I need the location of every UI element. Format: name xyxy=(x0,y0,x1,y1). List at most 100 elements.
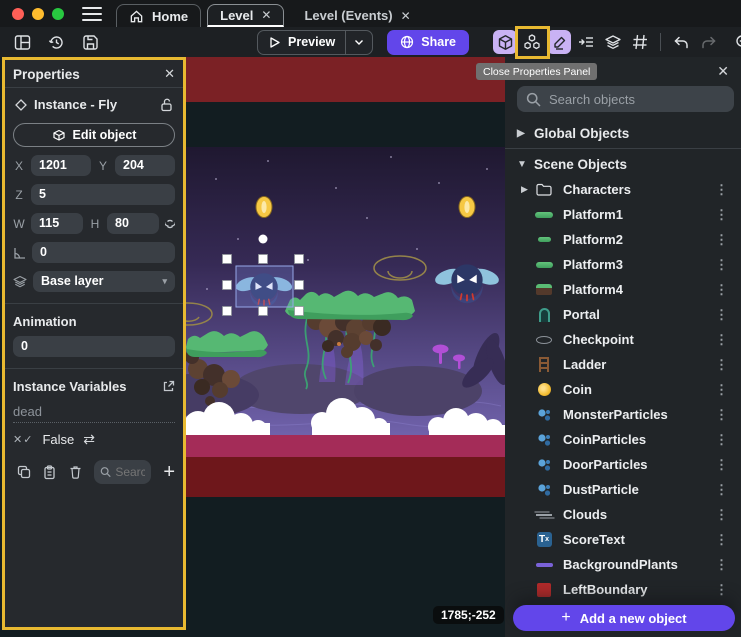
item-menu-icon[interactable]: ⋮ xyxy=(712,232,731,248)
plants-thumbnail xyxy=(533,563,555,567)
object-item-dustparticle[interactable]: DustParticle ⋮ xyxy=(505,477,741,502)
animation-field[interactable]: 0 xyxy=(13,336,175,357)
edit-object-button[interactable]: Edit object xyxy=(13,123,175,147)
instances-list-icon[interactable] xyxy=(574,30,598,54)
width-field[interactable]: 115 xyxy=(31,213,83,234)
item-menu-icon[interactable]: ⋮ xyxy=(712,482,731,498)
object-item-platform3[interactable]: Platform3 ⋮ xyxy=(505,252,741,277)
edit-properties-icon[interactable] xyxy=(547,30,571,54)
minimize-window-button[interactable] xyxy=(32,8,44,20)
zoom-in-icon[interactable] xyxy=(731,30,741,54)
object-item-monsterparticles[interactable]: MonsterParticles ⋮ xyxy=(505,402,741,427)
preview-options-chevron-icon[interactable] xyxy=(345,31,372,54)
unlock-icon[interactable] xyxy=(160,98,173,112)
grid-icon[interactable] xyxy=(628,30,652,54)
objects-panel-icon[interactable] xyxy=(493,30,517,54)
item-menu-icon[interactable]: ⋮ xyxy=(712,557,731,573)
item-menu-icon[interactable]: ⋮ xyxy=(712,432,731,448)
group-scene-objects[interactable]: ▼ Scene Objects xyxy=(505,151,741,177)
close-window-button[interactable] xyxy=(12,8,24,20)
x-field[interactable]: 1201 xyxy=(31,155,91,176)
play-icon xyxy=(268,36,281,49)
object-groups-icon[interactable] xyxy=(520,30,544,54)
h-label: H xyxy=(89,217,101,231)
add-variable-button[interactable]: + xyxy=(163,461,175,484)
object-item-platform1[interactable]: Platform1 ⋮ xyxy=(505,202,741,227)
variable-name[interactable]: dead xyxy=(13,404,175,423)
object-item-coinparticles[interactable]: CoinParticles ⋮ xyxy=(505,427,741,452)
height-field[interactable]: 80 xyxy=(107,213,159,234)
object-name: Portal xyxy=(563,307,712,322)
close-objects-panel-icon[interactable]: ✕ xyxy=(717,63,729,80)
save-icon[interactable] xyxy=(78,30,102,54)
item-menu-icon[interactable]: ⋮ xyxy=(712,357,731,373)
scene-editor-toolbar: Preview Share xyxy=(0,27,741,57)
item-menu-icon[interactable]: ⋮ xyxy=(712,257,731,273)
layers-icon[interactable] xyxy=(601,30,625,54)
add-new-object-button[interactable]: + Add a new object xyxy=(513,605,735,631)
item-menu-icon[interactable]: ⋮ xyxy=(712,307,731,323)
variables-search-input[interactable] xyxy=(115,465,145,479)
tab-level-events[interactable]: Level (Events) ✕ xyxy=(292,4,422,27)
tab-label: Level (Events) xyxy=(304,8,392,23)
objects-search-input[interactable] xyxy=(549,92,725,107)
portal-thumbnail xyxy=(533,308,555,322)
object-item-portal[interactable]: Portal ⋮ xyxy=(505,302,741,327)
undo-icon[interactable] xyxy=(669,30,693,54)
object-item-platform4[interactable]: Platform4 ⋮ xyxy=(505,277,741,302)
scene-canvas xyxy=(186,57,505,637)
variables-search-box[interactable] xyxy=(94,460,151,484)
group-global-objects[interactable]: ▶ Global Objects xyxy=(505,120,741,146)
object-item-platform2[interactable]: Platform2 ⋮ xyxy=(505,227,741,252)
object-name: ScoreText xyxy=(563,532,712,547)
object-item-characters[interactable]: ▶ Characters ⋮ xyxy=(505,177,741,202)
object-item-ladder[interactable]: Ladder ⋮ xyxy=(505,352,741,377)
object-item-backgroundplants[interactable]: BackgroundPlants ⋮ xyxy=(505,552,741,577)
item-menu-icon[interactable]: ⋮ xyxy=(712,332,731,348)
open-variables-editor-icon[interactable] xyxy=(162,380,175,393)
layer-select[interactable]: Base layer ▾ xyxy=(33,271,175,292)
close-properties-icon[interactable]: ✕ xyxy=(164,66,175,82)
z-field[interactable]: 5 xyxy=(31,184,175,205)
delete-variable-icon[interactable] xyxy=(64,460,86,484)
y-field[interactable]: 204 xyxy=(115,155,175,176)
angle-field[interactable]: 0 xyxy=(32,242,175,263)
close-tab-icon[interactable]: ✕ xyxy=(261,8,271,22)
scene-viewport[interactable]: 1785;-252 xyxy=(186,57,505,637)
close-tab-icon[interactable]: ✕ xyxy=(401,9,411,23)
collapse-arrow-icon[interactable]: ▼ xyxy=(517,159,525,170)
expand-arrow-icon[interactable]: ▶ xyxy=(517,128,525,139)
item-menu-icon[interactable]: ⋮ xyxy=(712,532,731,548)
objects-search-box[interactable] xyxy=(517,86,734,112)
object-item-checkpoint[interactable]: Checkpoint ⋮ xyxy=(505,327,741,352)
variable-value[interactable]: False xyxy=(42,432,74,447)
history-icon[interactable] xyxy=(44,30,68,54)
item-menu-icon[interactable]: ⋮ xyxy=(712,182,731,198)
panels-layout-icon[interactable] xyxy=(10,30,34,54)
toggle-boolean-icon[interactable]: ⇄ xyxy=(83,431,95,448)
main-menu-icon[interactable] xyxy=(82,7,102,21)
item-menu-icon[interactable]: ⋮ xyxy=(712,582,731,598)
layer-icon xyxy=(13,275,27,288)
maximize-window-button[interactable] xyxy=(52,8,64,20)
folder-expand-arrow[interactable]: ▶ xyxy=(521,184,533,195)
aspect-ratio-link-icon[interactable] xyxy=(165,217,175,231)
tab-level[interactable]: Level ✕ xyxy=(207,4,284,27)
preview-button[interactable]: Preview xyxy=(257,30,373,55)
object-item-coin[interactable]: Coin ⋮ xyxy=(505,377,741,402)
object-item-doorparticles[interactable]: DoorParticles ⋮ xyxy=(505,452,741,477)
item-menu-icon[interactable]: ⋮ xyxy=(712,457,731,473)
redo-icon[interactable] xyxy=(696,30,720,54)
share-button[interactable]: Share xyxy=(387,30,469,55)
item-menu-icon[interactable]: ⋮ xyxy=(712,207,731,223)
item-menu-icon[interactable]: ⋮ xyxy=(712,382,731,398)
item-menu-icon[interactable]: ⋮ xyxy=(712,407,731,423)
object-item-scoretext[interactable]: Tx ScoreText ⋮ xyxy=(505,527,741,552)
object-item-leftboundary[interactable]: LeftBoundary ⋮ xyxy=(505,577,741,602)
item-menu-icon[interactable]: ⋮ xyxy=(712,282,731,298)
paste-icon[interactable] xyxy=(39,460,61,484)
object-item-clouds[interactable]: Clouds ⋮ xyxy=(505,502,741,527)
item-menu-icon[interactable]: ⋮ xyxy=(712,507,731,523)
copy-icon[interactable] xyxy=(13,460,35,484)
tab-home[interactable]: Home xyxy=(116,4,201,27)
